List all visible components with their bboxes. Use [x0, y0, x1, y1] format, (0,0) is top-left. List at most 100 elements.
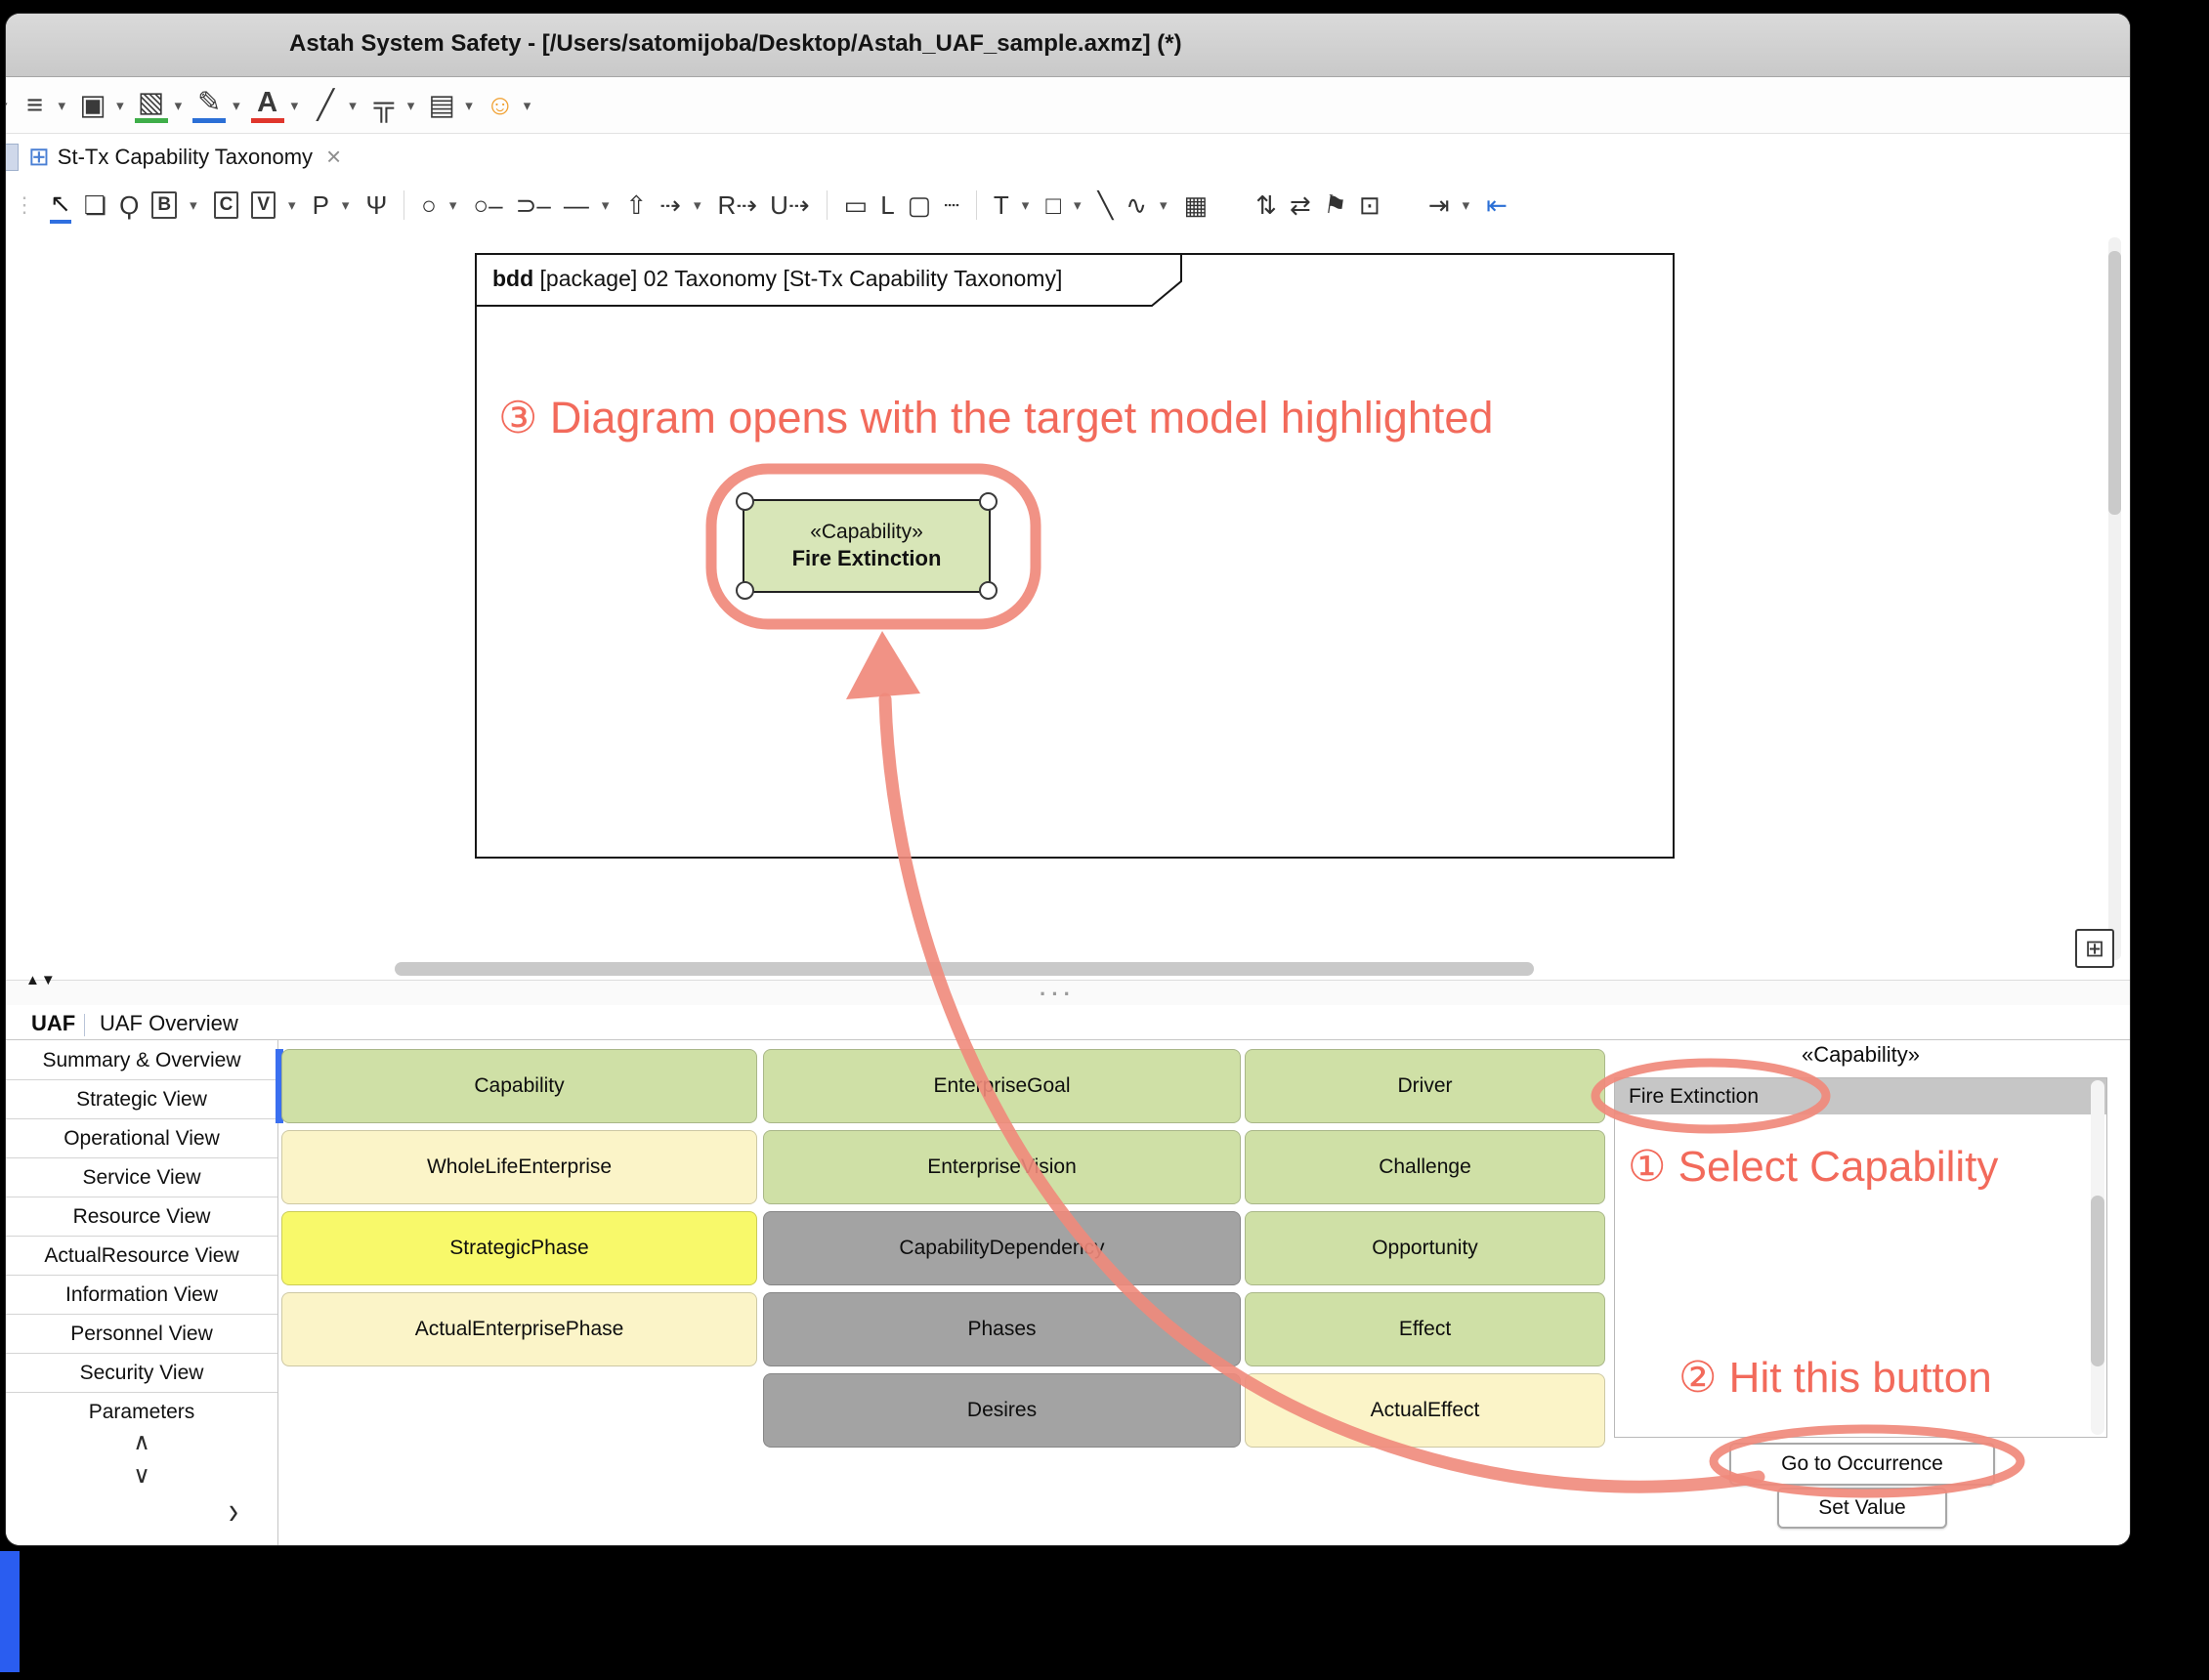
sidebar-item-security-view[interactable]: Security View [6, 1354, 277, 1393]
anchor-icon[interactable]: L [880, 189, 894, 222]
connector-end-icon[interactable]: ⇤ [1486, 189, 1508, 222]
dependency-icon[interactable]: ⇢ [659, 189, 681, 222]
dropdown-caret[interactable]: ▾ [288, 196, 296, 214]
hierarchy-icon[interactable]: ╦ [367, 88, 401, 123]
sidebar-item-resource-view[interactable]: Resource View [6, 1197, 277, 1237]
dropdown-caret[interactable]: ▾ [1463, 196, 1470, 214]
copy-format-icon[interactable]: ▣ [76, 88, 109, 123]
dropdown-caret[interactable]: ▾ [524, 97, 531, 114]
dropdown-caret[interactable]: ▾ [59, 97, 66, 114]
emoji-icon[interactable]: ☺ [484, 88, 517, 123]
sidebar-item-information-view[interactable]: Information View [6, 1276, 277, 1315]
diagram-canvas[interactable]: bdd [package] 02 Taxonomy [St-Tx Capabil… [6, 230, 2130, 980]
toolbar-grip[interactable]: ⋮ [14, 192, 35, 218]
grid-cell-desires[interactable]: Desires [763, 1373, 1241, 1448]
diagram-tab-label[interactable]: St-Tx Capability Taxonomy [58, 145, 313, 170]
grid-cell-enterprisevision[interactable]: EnterpriseVision [763, 1130, 1241, 1204]
sidebar-item-service-view[interactable]: Service View [6, 1158, 277, 1197]
rect-tool-icon[interactable]: □ [1045, 189, 1061, 222]
selection-handle[interactable] [979, 581, 998, 600]
line-segment-icon[interactable]: ╱ [309, 88, 342, 123]
align-lines-icon[interactable]: ≡ [19, 88, 52, 123]
grid-cell-wholelifeenterprise[interactable]: WholeLifeEnterprise [281, 1130, 757, 1204]
grid-cell-driver[interactable]: Driver [1245, 1049, 1605, 1123]
font-color-icon[interactable]: A [251, 87, 284, 123]
diagonal-line-icon[interactable]: ╲ [1098, 189, 1114, 222]
fill-color-icon[interactable]: ▧ [135, 87, 168, 123]
dropdown-caret[interactable]: ▾ [1160, 196, 1168, 214]
actor-icon[interactable]: Ψ [365, 189, 387, 222]
text-tool-icon[interactable]: T [994, 189, 1009, 222]
dropdown-caret[interactable]: ▾ [190, 196, 197, 214]
dropdown-caret[interactable]: ▾ [291, 97, 299, 114]
dropdown-caret[interactable]: ▾ [349, 97, 357, 114]
generalization-icon[interactable]: ⇧ [625, 189, 647, 222]
title-bar[interactable]: Astah System Safety - [/Users/satomijoba… [6, 14, 2130, 77]
grid-cell-phases[interactable]: Phases [763, 1292, 1241, 1366]
image-tool-icon[interactable]: ▦ [1184, 189, 1209, 222]
sidebar-item-summary-overview[interactable]: Summary & Overview [6, 1041, 277, 1080]
grid-cell-challenge[interactable]: Challenge [1245, 1130, 1605, 1204]
pen-color-icon[interactable]: ✎ [192, 87, 226, 123]
port-p-icon[interactable]: P [313, 189, 329, 222]
selection-handle[interactable] [736, 581, 754, 600]
go-to-occurrence-button[interactable]: Go to Occurrence [1729, 1443, 1995, 1486]
socket-icon[interactable]: ⊃– [516, 189, 551, 222]
tab-close-icon[interactable]: × [326, 142, 341, 172]
panel-splitter[interactable]: ▲▼ ··· [6, 980, 2130, 1007]
canvas-horizontal-scrollbar[interactable] [395, 962, 1534, 976]
dropdown-caret[interactable]: ▾ [1074, 196, 1082, 214]
sidebar-item-strategic-view[interactable]: Strategic View [6, 1080, 277, 1119]
list-item-fire-extinction[interactable]: Fire Extinction [1615, 1078, 2106, 1114]
page-icon[interactable]: ▢ [908, 189, 932, 222]
scroll-up-icon[interactable]: ∧ [6, 1428, 277, 1456]
dashes-icon[interactable]: ┈ [944, 189, 959, 222]
scroll-down-icon[interactable]: ∨ [6, 1461, 277, 1490]
capability-node[interactable]: «Capability» Fire Extinction [743, 499, 991, 593]
distribute-vertical-icon[interactable]: ⇅ [1255, 189, 1277, 222]
dropdown-caret[interactable]: ▾ [342, 196, 350, 214]
canvas-vertical-scrollbar[interactable] [2108, 237, 2121, 960]
set-value-button[interactable]: Set Value [1777, 1488, 1947, 1529]
diagram-overview-icon[interactable]: ⊞ [2075, 929, 2114, 968]
grid-cell-opportunity[interactable]: Opportunity [1245, 1211, 1605, 1285]
dropdown-caret[interactable]: ▾ [465, 97, 473, 114]
selection-handle[interactable] [979, 492, 998, 511]
boundary-b-icon[interactable]: B [151, 191, 177, 219]
sidebar-item-parameters[interactable]: Parameters [6, 1393, 277, 1426]
dropdown-caret[interactable]: ▾ [449, 196, 457, 214]
dropdown-caret[interactable]: ▾ [694, 196, 701, 214]
dropdown-caret[interactable]: ▾ [6, 97, 8, 114]
usage-icon[interactable]: U⇢ [770, 189, 810, 222]
sidebar-item-actualresource-view[interactable]: ActualResource View [6, 1237, 277, 1276]
dropdown-caret[interactable]: ▾ [602, 196, 610, 214]
selection-handle[interactable] [736, 492, 754, 511]
grid-block-icon[interactable]: ▤ [425, 88, 458, 123]
grid-cell-strategicphase[interactable]: StrategicPhase [281, 1211, 757, 1285]
circle-tool-icon[interactable]: ○ [421, 189, 437, 222]
folder-icon[interactable]: ❏ [84, 189, 106, 222]
list-scrollbar[interactable] [2091, 1080, 2104, 1435]
curve-tool-icon[interactable]: ∿ [1126, 189, 1147, 222]
target-dot-icon[interactable]: ⊡ [1359, 189, 1381, 222]
scrollbar-thumb[interactable] [2108, 251, 2121, 515]
grid-cell-actualenterprisephase[interactable]: ActualEnterprisePhase [281, 1292, 757, 1366]
scrollbar-thumb[interactable] [2091, 1196, 2104, 1366]
boundary-v-icon[interactable]: V [251, 191, 276, 219]
expand-right-icon[interactable]: › [229, 1491, 238, 1533]
grid-cell-actualeffect[interactable]: ActualEffect [1245, 1373, 1605, 1448]
dropdown-caret[interactable]: ▾ [175, 97, 183, 114]
line-tool-icon[interactable]: — [564, 189, 589, 222]
note-icon[interactable]: ▭ [844, 189, 869, 222]
distribute-horizontal-icon[interactable]: ⇄ [1290, 189, 1311, 222]
grid-cell-enterprisegoal[interactable]: EnterpriseGoal [763, 1049, 1241, 1123]
boundary-c-icon[interactable]: C [214, 191, 239, 219]
tab-uaf-overview[interactable]: UAF Overview [100, 1011, 238, 1036]
pushpin-icon[interactable]: ⚑ [1321, 187, 1348, 223]
dropdown-caret[interactable]: ▾ [116, 97, 124, 114]
panel-collapse-icon[interactable]: ▲▼ [25, 972, 57, 988]
sidebar-item-operational-view[interactable]: Operational View [6, 1119, 277, 1158]
lollipop-icon[interactable]: ○– [473, 189, 502, 222]
grid-cell-capability[interactable]: Capability [281, 1049, 757, 1123]
sidebar-item-personnel-view[interactable]: Personnel View [6, 1315, 277, 1354]
